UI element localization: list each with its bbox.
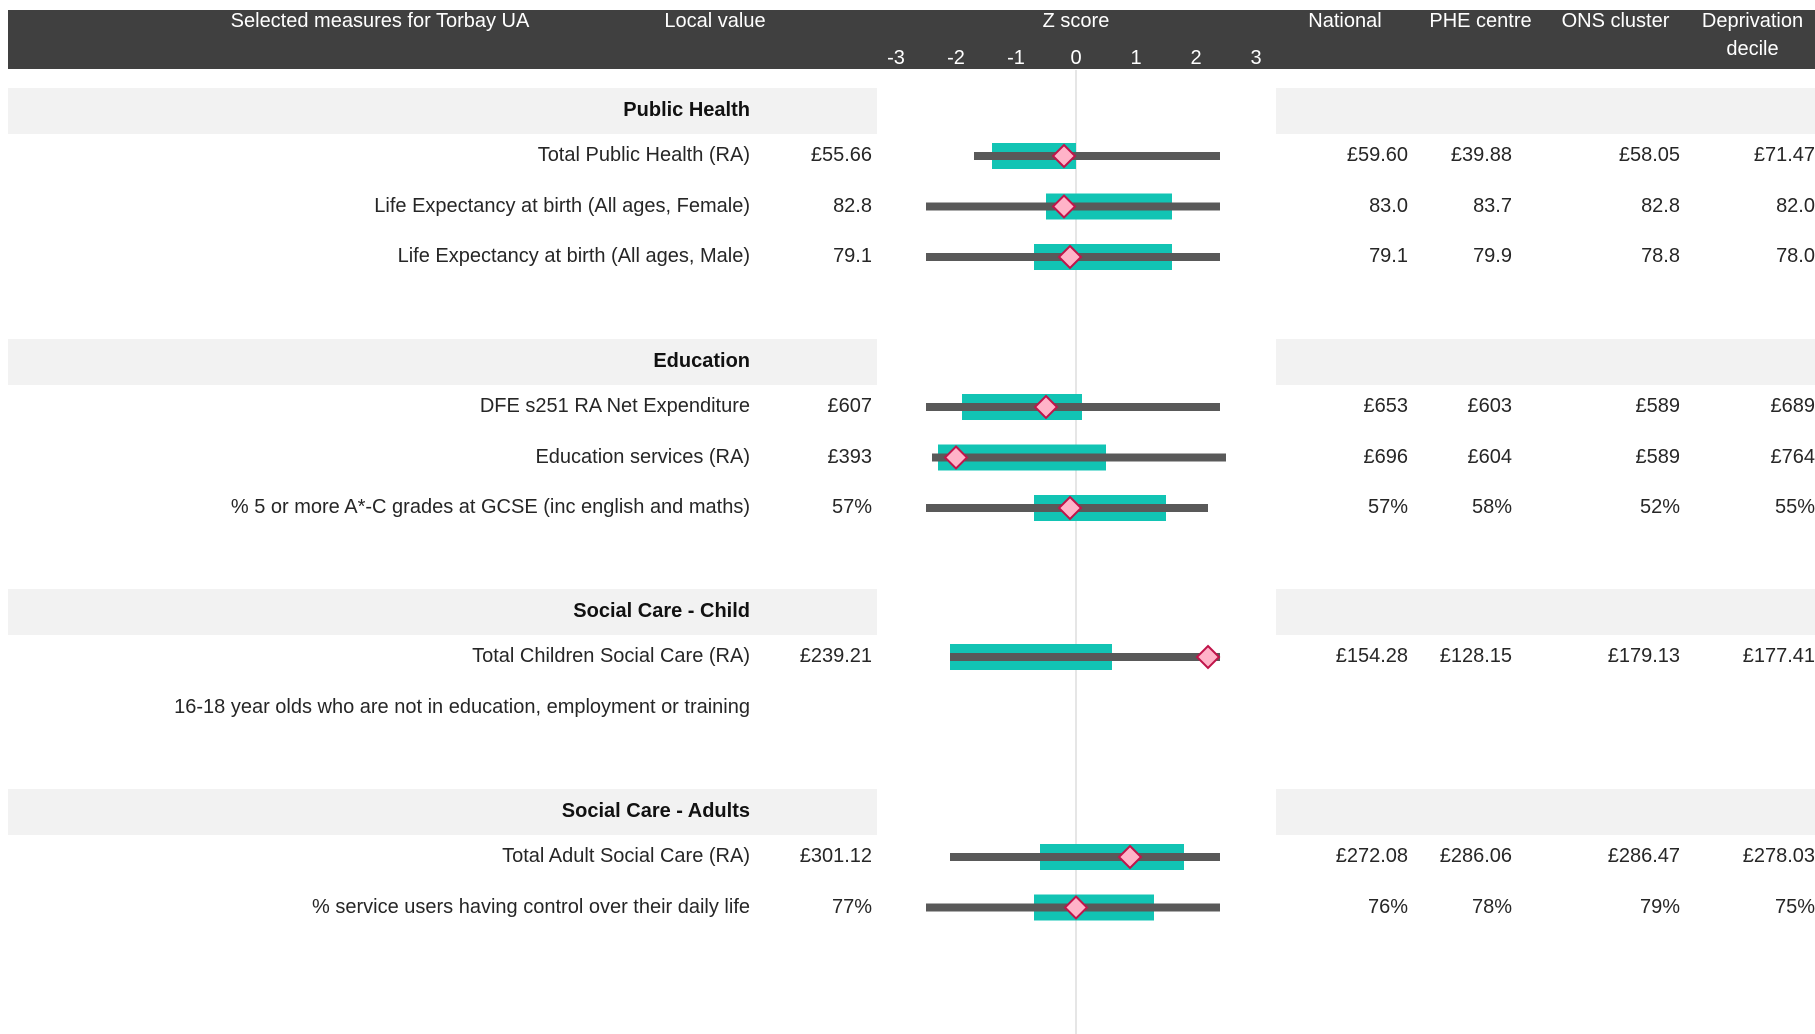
national-value: 79.1 xyxy=(1369,245,1408,267)
ons-cluster-value: 79% xyxy=(1639,895,1680,918)
x-tick-label: -2 xyxy=(947,47,965,69)
deprivation-value: £177.41 xyxy=(1742,645,1815,667)
measure-label: Total Public Health (RA) xyxy=(537,144,750,166)
local-value: £393 xyxy=(827,445,873,468)
range-bar xyxy=(926,403,1220,411)
local-value: £301.12 xyxy=(799,845,872,867)
ons-cluster-value: 78.8 xyxy=(1641,245,1680,267)
section-title: Public Health xyxy=(623,99,750,121)
section-title: Education xyxy=(653,350,750,372)
ons-cluster-value: £286.47 xyxy=(1607,845,1680,867)
deprivation-value: 82.0 xyxy=(1776,194,1815,217)
section-title: Social Care - Child xyxy=(573,600,750,622)
measure-label: Education services (RA) xyxy=(535,445,750,468)
local-value: £607 xyxy=(827,395,873,417)
phe-centre-value: 83.7 xyxy=(1473,194,1512,217)
range-bar xyxy=(950,853,1220,861)
phe-centre-value: 79.9 xyxy=(1473,245,1512,267)
national-value: £154.28 xyxy=(1335,645,1408,667)
deprivation-value: 78.0 xyxy=(1776,245,1815,267)
national-value: £696 xyxy=(1363,445,1409,468)
national-value: £653 xyxy=(1363,395,1409,417)
range-bar xyxy=(932,453,1226,462)
ons-cluster-value: £589 xyxy=(1635,445,1681,468)
section-band-right xyxy=(1276,88,1815,134)
x-tick-label: -1 xyxy=(1007,47,1025,69)
national-value: 57% xyxy=(1367,496,1408,518)
ons-cluster-value: £179.13 xyxy=(1607,645,1680,667)
x-tick-label: -3 xyxy=(887,47,905,69)
x-tick-label: 1 xyxy=(1130,47,1142,69)
local-value: £239.21 xyxy=(799,645,872,667)
local-value: 79.1 xyxy=(833,245,872,267)
national-value: £272.08 xyxy=(1335,845,1408,867)
ons-cluster-value: 82.8 xyxy=(1641,194,1680,217)
local-value: 82.8 xyxy=(833,194,872,217)
ons-cluster-value: £58.05 xyxy=(1618,144,1680,166)
chart-root: Selected measures for Torbay UA Local va… xyxy=(0,0,1815,1034)
deprivation-value: 75% xyxy=(1774,895,1815,918)
section-band-right xyxy=(1276,589,1815,635)
deprivation-value: £689 xyxy=(1770,395,1815,417)
x-tick-label: 3 xyxy=(1250,47,1262,69)
national-value: 83.0 xyxy=(1369,194,1408,217)
phe-centre-value: £286.06 xyxy=(1439,845,1512,867)
range-bar xyxy=(950,653,1220,661)
measure-label: 16-18 year olds who are not in education… xyxy=(174,695,750,718)
range-bar xyxy=(974,152,1220,160)
section-title: Social Care - Adults xyxy=(561,800,750,822)
measure-label: Life Expectancy at birth (All ages, Male… xyxy=(397,245,750,267)
phe-centre-value: £604 xyxy=(1467,445,1513,468)
local-z-marker xyxy=(1195,644,1221,670)
national-value: £59.60 xyxy=(1346,144,1408,166)
measure-label: % 5 or more A*-C grades at GCSE (inc eng… xyxy=(230,496,750,518)
measure-label: Life Expectancy at birth (All ages, Fema… xyxy=(374,194,750,217)
deprivation-value: 55% xyxy=(1774,496,1815,518)
ons-cluster-value: £589 xyxy=(1635,395,1681,417)
local-value: 77% xyxy=(831,895,872,918)
deprivation-value: £764 xyxy=(1770,445,1815,468)
measure-label: % service users having control over thei… xyxy=(312,895,750,918)
x-tick-label: 2 xyxy=(1190,47,1202,69)
measure-label: Total Children Social Care (RA) xyxy=(472,645,750,667)
phe-centre-value: £39.88 xyxy=(1450,144,1512,166)
deprivation-value: £278.03 xyxy=(1742,845,1815,867)
measure-label: DFE s251 RA Net Expenditure xyxy=(479,395,750,417)
section-band-right xyxy=(1276,789,1815,835)
national-value: 76% xyxy=(1367,895,1408,918)
x-tick-label: 0 xyxy=(1070,47,1082,69)
ons-cluster-value: 52% xyxy=(1639,496,1680,518)
measure-label: Total Adult Social Care (RA) xyxy=(502,845,750,867)
phe-centre-value: 58% xyxy=(1471,496,1512,518)
local-value: 57% xyxy=(831,496,872,518)
deprivation-value: £71.47 xyxy=(1753,144,1815,166)
phe-centre-value: 78% xyxy=(1471,895,1512,918)
section-band-right xyxy=(1276,339,1815,385)
phe-centre-value: £128.15 xyxy=(1439,645,1512,667)
phe-centre-value: £603 xyxy=(1467,395,1513,417)
local-value: £55.66 xyxy=(810,144,872,166)
